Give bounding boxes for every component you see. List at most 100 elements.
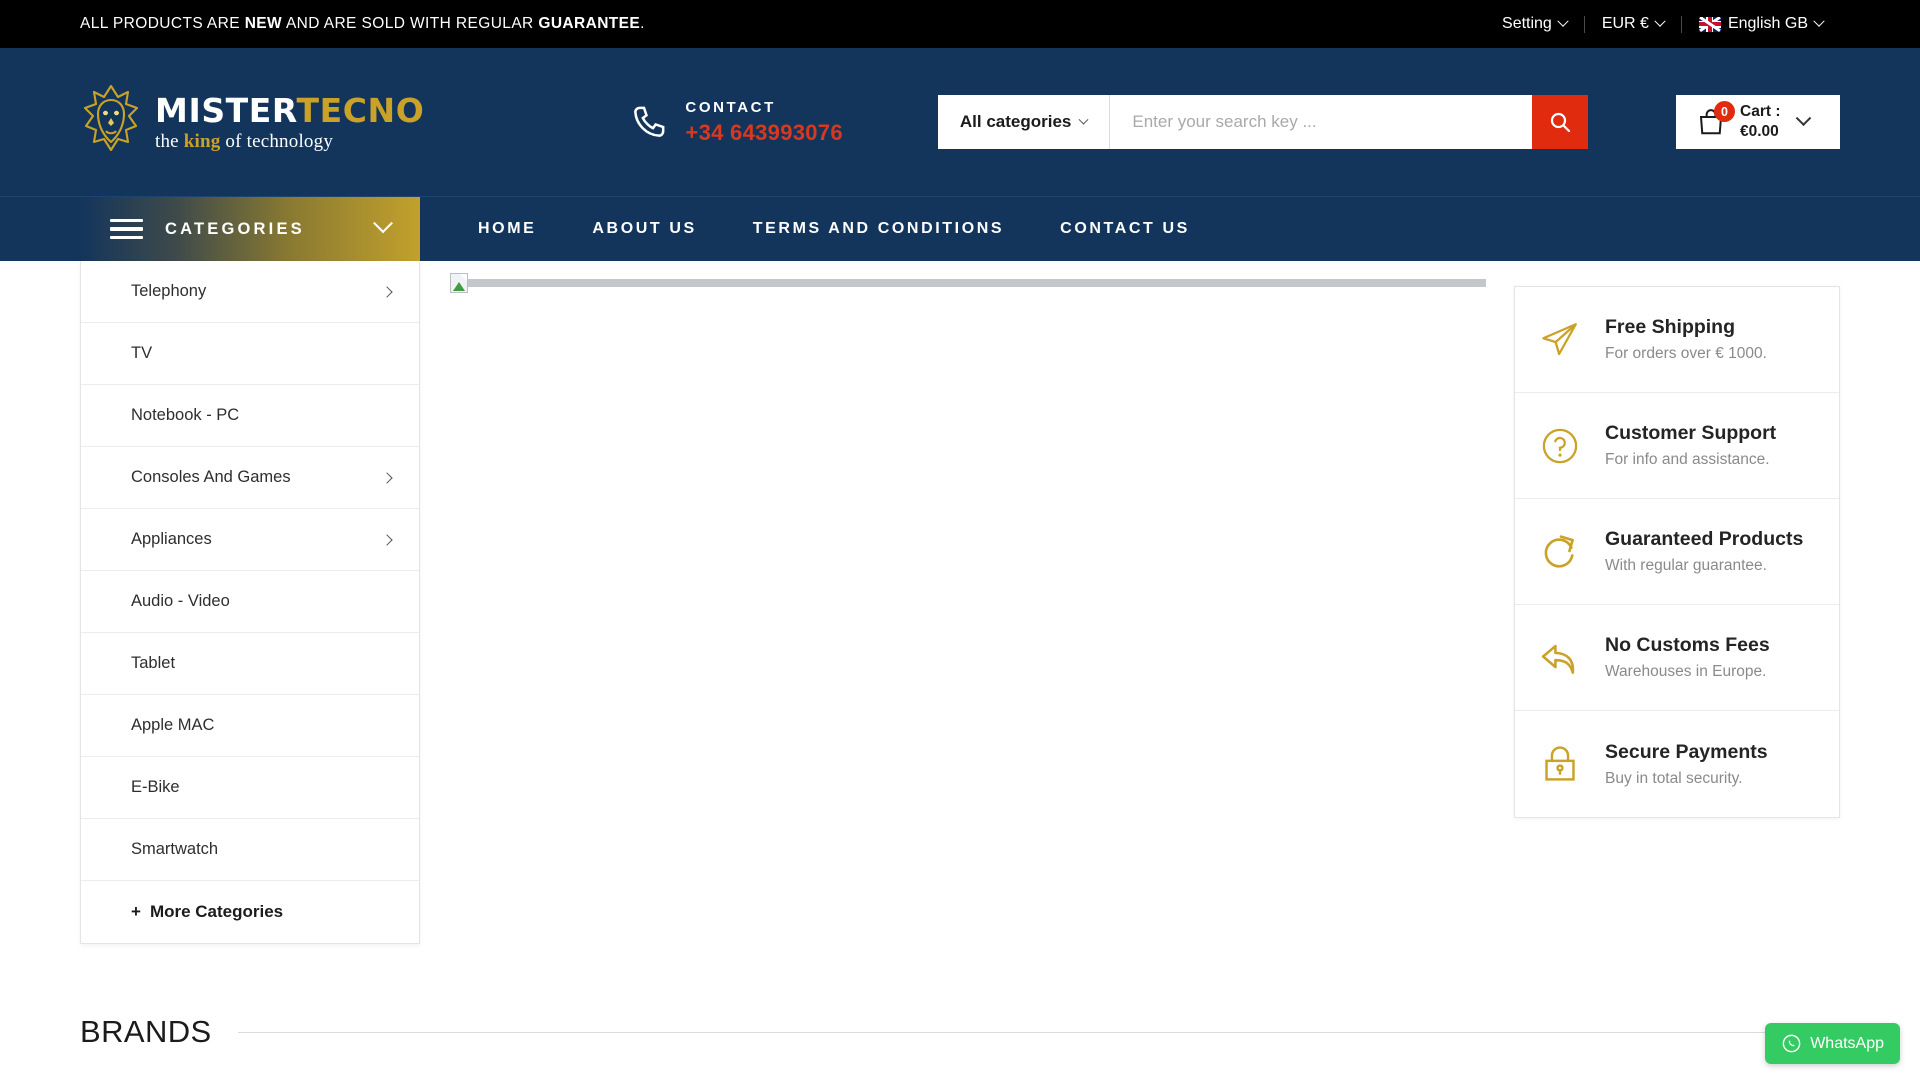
nav-link-contact-us[interactable]: CONTACT US	[1032, 220, 1218, 238]
hero-slider-broken-image[interactable]	[450, 273, 1486, 833]
sidebar-item-label: Audio - Video	[131, 592, 230, 610]
sidebar-item-e-bike[interactable]: E-Bike	[81, 757, 419, 819]
whatsapp-label: WhatsApp	[1810, 1034, 1884, 1052]
feature-guaranteed-products[interactable]: Guaranteed Products With regular guarant…	[1515, 499, 1839, 605]
feature-no-customs-fees[interactable]: No Customs Fees Warehouses in Europe.	[1515, 605, 1839, 711]
chevron-down-icon	[373, 213, 393, 234]
broken-image-icon	[450, 273, 468, 293]
language-label: English GB	[1727, 15, 1808, 32]
sidebar-item-tv[interactable]: TV	[81, 323, 419, 385]
logo-tagline: the king of technology	[155, 130, 334, 152]
cart-total-amount: €0.00	[1740, 123, 1779, 140]
feature-description: For info and assistance.	[1605, 451, 1770, 468]
feature-customer-support[interactable]: Customer Support For info and assistance…	[1515, 393, 1839, 499]
contact-block[interactable]: CONTACT +34 643993076	[629, 98, 843, 146]
chevron-right-icon	[381, 471, 393, 484]
cart-widget[interactable]: 0 Cart : €0.00	[1676, 95, 1840, 149]
feature-free-shipping[interactable]: Free Shipping For orders over € 1000.	[1515, 287, 1839, 393]
search-category-dropdown[interactable]: All categories	[938, 95, 1111, 149]
whatsapp-chat-button[interactable]: WhatsApp	[1765, 1023, 1900, 1064]
sidebar-item-label: Apple MAC	[131, 716, 215, 734]
sidebar-item-audio-video[interactable]: Audio - Video	[81, 571, 419, 633]
plus-icon: +	[131, 902, 141, 921]
sidebar-item-label: TV	[131, 344, 153, 362]
brands-section: BRANDS	[0, 1014, 1920, 1050]
contact-label: CONTACT	[685, 98, 776, 116]
feature-description: Buy in total security.	[1605, 769, 1743, 787]
chevron-down-icon	[1557, 15, 1569, 27]
search-input[interactable]	[1110, 95, 1532, 149]
feature-title: No Customs Fees	[1605, 634, 1770, 656]
phone-icon	[634, 106, 665, 137]
logo-wordmark: MISTERTECNO	[155, 94, 424, 127]
cart-count-badge: 0	[1714, 101, 1735, 122]
setting-dropdown[interactable]: Setting	[1485, 15, 1584, 33]
sidebar-item-label: Notebook - PC	[131, 406, 240, 424]
sidebar-item-label: E-Bike	[131, 778, 180, 796]
main-content	[420, 261, 1514, 944]
nav-link-terms-and-conditions[interactable]: TERMS AND CONDITIONS	[725, 220, 1032, 238]
currency-dropdown[interactable]: EUR €	[1585, 15, 1681, 33]
feature-secure-payments[interactable]: Secure Payments Buy in total security.	[1515, 711, 1839, 817]
promo-text: ALL PRODUCTS ARE NEW AND ARE SOLD WITH R…	[80, 15, 645, 33]
sidebar-item-label: Appliances	[131, 530, 212, 548]
lion-logo-icon	[83, 84, 139, 152]
feature-description: For orders over € 1000.	[1605, 345, 1767, 362]
chevron-down-icon	[1796, 109, 1812, 126]
sidebar-item-notebook-pc[interactable]: Notebook - PC	[81, 385, 419, 447]
sidebar-item-tablet[interactable]: Tablet	[81, 633, 419, 695]
feature-description: Warehouses in Europe.	[1605, 663, 1767, 680]
sidebar-item-label: Smartwatch	[131, 840, 219, 858]
search-icon	[1550, 112, 1570, 133]
nav-link-about-us[interactable]: ABOUT US	[564, 220, 724, 238]
logo-mister: MISTER	[155, 90, 297, 130]
page-body: Telephony TV Notebook - PC Consoles And …	[0, 261, 1920, 944]
divider	[237, 1031, 1840, 1033]
nav-links: HOME ABOUT US TERMS AND CONDITIONS CONTA…	[420, 197, 1218, 261]
feature-description: With regular guarantee.	[1605, 557, 1767, 574]
reply-arrow-icon	[1537, 635, 1583, 681]
sidebar-item-apple-mac[interactable]: Apple MAC	[81, 695, 419, 757]
promo-new: NEW	[244, 15, 283, 32]
feature-title: Guaranteed Products	[1605, 528, 1804, 550]
chevron-down-icon	[1654, 15, 1666, 27]
brands-heading: BRANDS	[80, 1014, 212, 1049]
promo-middle: AND ARE SOLD WITH REGULAR	[282, 15, 539, 32]
cart-icon-wrapper: 0	[1696, 101, 1735, 137]
language-dropdown[interactable]: English GB	[1682, 15, 1840, 33]
sidebar-item-appliances[interactable]: Appliances	[81, 509, 419, 571]
whatsapp-icon	[1782, 1034, 1801, 1053]
refresh-icon	[1537, 529, 1583, 575]
categories-toggle-button[interactable]: CATEGORIES	[80, 197, 420, 261]
chevron-down-icon	[1078, 114, 1089, 125]
more-categories-button[interactable]: + More Categories	[81, 881, 419, 943]
chevron-right-icon	[381, 533, 393, 546]
feature-title: Free Shipping	[1605, 316, 1736, 338]
sidebar-item-consoles-and-games[interactable]: Consoles And Games	[81, 447, 419, 509]
hamburger-icon	[110, 218, 143, 240]
sidebar-item-telephony[interactable]: Telephony	[81, 261, 419, 323]
search-button[interactable]	[1531, 95, 1588, 149]
nav-link-home[interactable]: HOME	[450, 220, 564, 238]
currency-label: EUR €	[1601, 15, 1649, 32]
category-sidebar: Telephony TV Notebook - PC Consoles And …	[80, 261, 420, 944]
contact-phone-number: +34 643993076	[685, 119, 843, 145]
categories-label: CATEGORIES	[165, 219, 305, 238]
features-panel: Free Shipping For orders over € 1000. Cu…	[1514, 286, 1840, 818]
setting-label: Setting	[1502, 15, 1552, 32]
chevron-down-icon	[1813, 15, 1825, 27]
sidebar-item-label: Tablet	[131, 654, 176, 672]
search-bar: All categories	[937, 95, 1588, 149]
lock-icon	[1537, 741, 1583, 787]
flag-gb-icon	[1698, 16, 1721, 32]
site-logo[interactable]: MISTERTECNO the king of technology	[80, 82, 424, 162]
logo-tecno: TECNO	[296, 90, 425, 130]
sidebar-item-label: Telephony	[131, 282, 207, 300]
sidebar-item-smartwatch[interactable]: Smartwatch	[81, 819, 419, 881]
more-categories-label: More Categories	[149, 902, 284, 921]
promo-guarantee: GUARANTEE	[538, 15, 641, 32]
cart-label: Cart :	[1740, 103, 1781, 121]
paper-plane-icon	[1537, 317, 1583, 363]
promo-suffix: .	[640, 15, 645, 32]
question-circle-icon	[1537, 423, 1583, 469]
